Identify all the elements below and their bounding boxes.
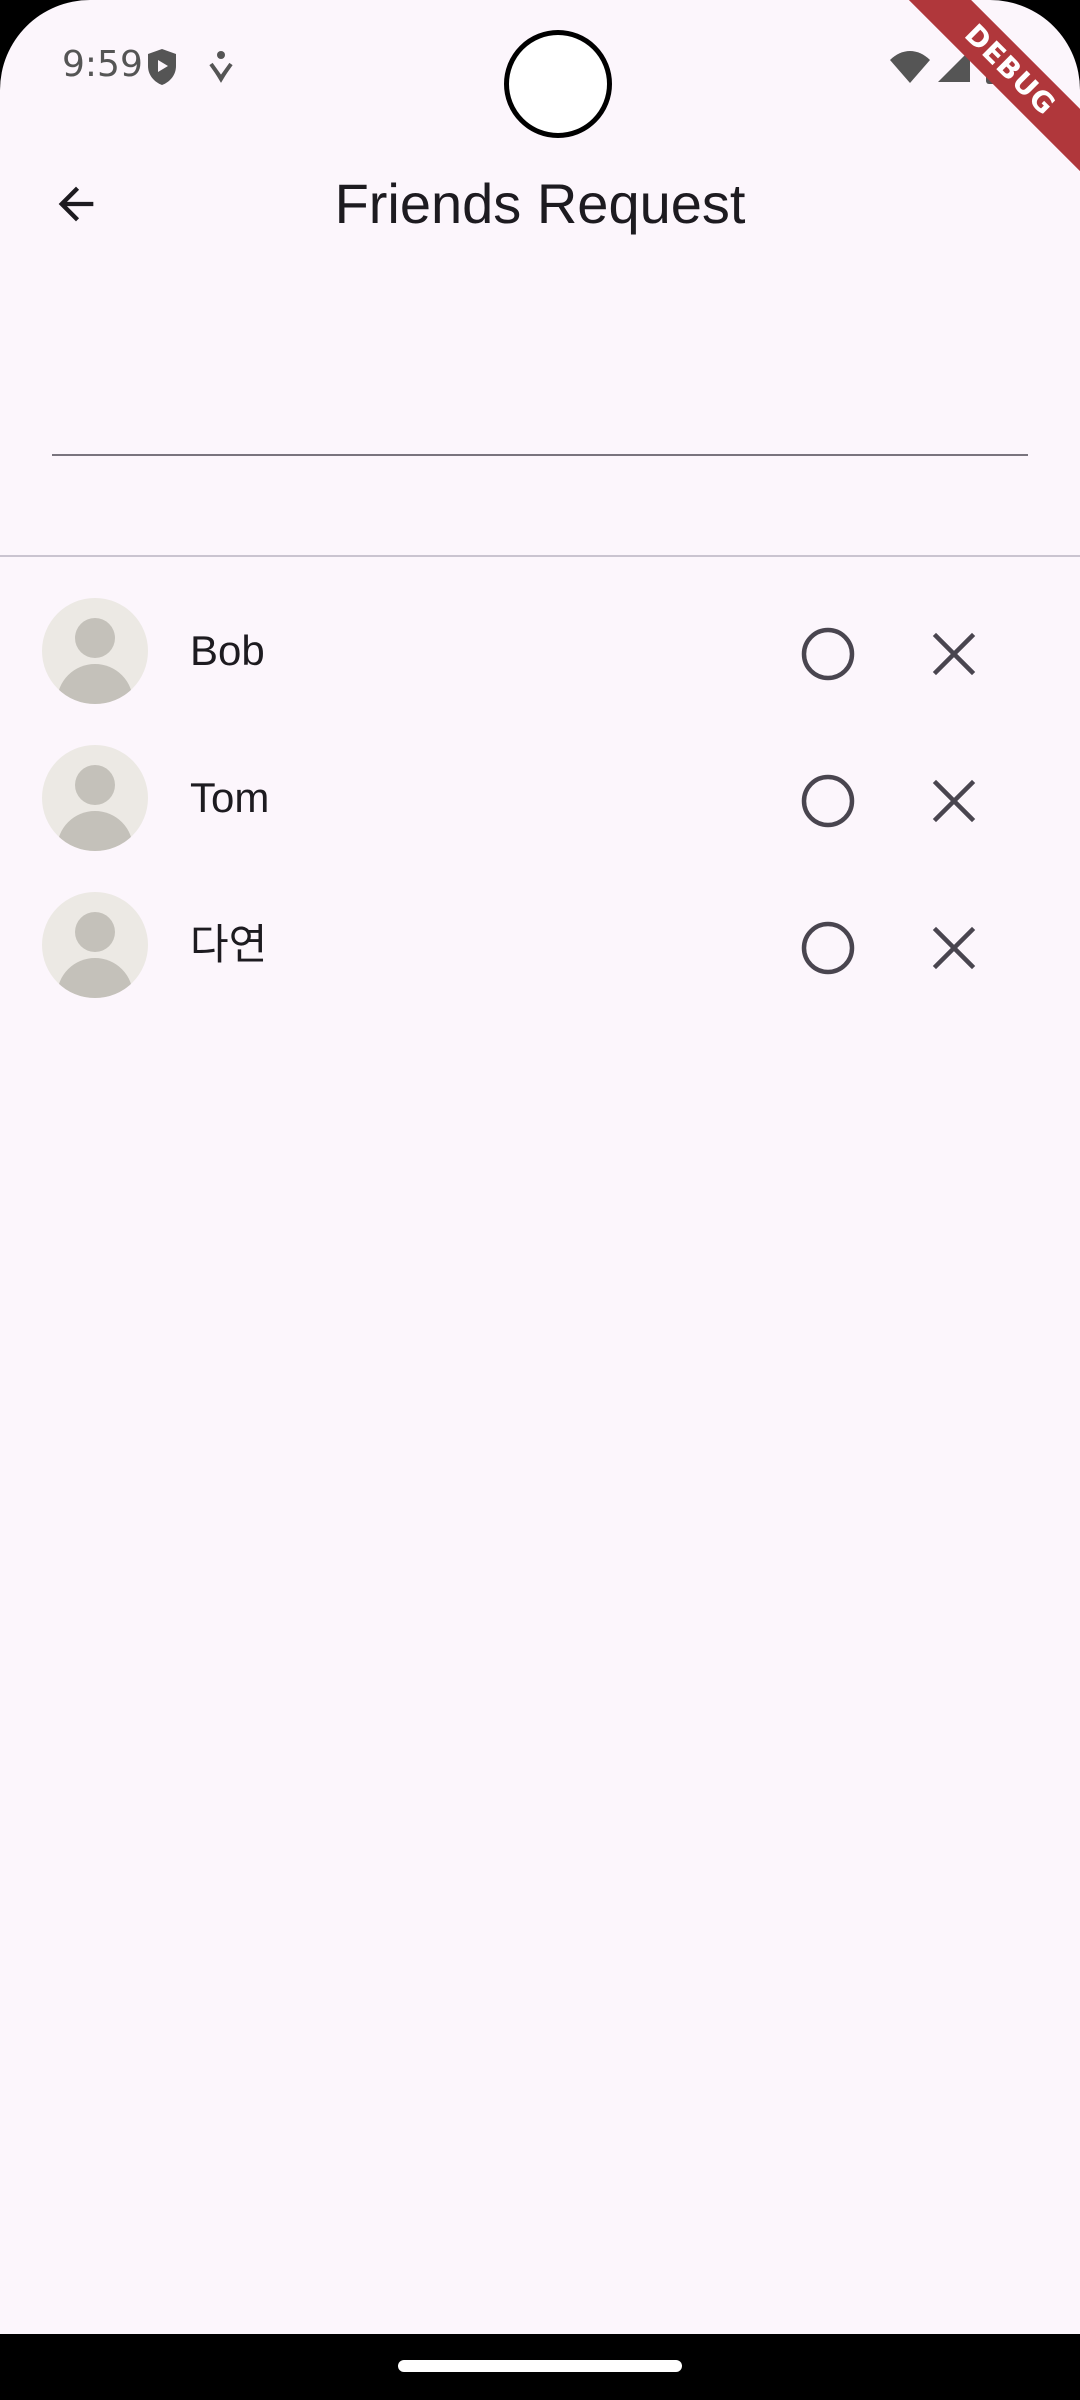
reject-button[interactable] — [914, 761, 994, 841]
close-icon — [932, 926, 976, 970]
friend-name: Bob — [190, 627, 265, 674]
status-time: 9:59 — [62, 44, 143, 85]
page-title: Friends Request — [334, 172, 746, 235]
close-icon — [932, 779, 976, 823]
divider — [0, 555, 1080, 557]
app-screen: 9:59 DEBUG Friends Request Bob Tom 다연 — [0, 0, 1080, 2334]
friend-request-list: Bob Tom 다연 — [0, 574, 1080, 1015]
accept-button[interactable] — [788, 908, 868, 988]
person-icon — [57, 765, 133, 851]
search-input[interactable] — [52, 340, 1028, 456]
avatar — [42, 745, 148, 851]
accept-button[interactable] — [788, 761, 868, 841]
person-icon — [57, 618, 133, 704]
circle-outline-icon — [801, 627, 855, 681]
close-icon — [932, 632, 976, 676]
reject-button[interactable] — [914, 908, 994, 988]
accept-button[interactable] — [788, 614, 868, 694]
circle-outline-icon — [801, 774, 855, 828]
list-item: 다연 — [0, 868, 1080, 1015]
accessibility-icon — [209, 51, 233, 83]
friend-name: 다연 — [190, 921, 268, 968]
shield-icon — [148, 49, 176, 85]
person-icon — [57, 912, 133, 998]
home-indicator[interactable] — [398, 2360, 682, 2372]
friend-name: Tom — [190, 774, 270, 821]
list-item: Bob — [0, 574, 1080, 721]
debug-banner: DEBUG — [888, 0, 1080, 192]
wifi-icon — [890, 51, 930, 83]
list-item: Tom — [0, 721, 1080, 868]
camera-cutout — [504, 30, 612, 138]
circle-outline-icon — [801, 921, 855, 975]
phone-frame: 9:59 DEBUG Friends Request Bob Tom 다연 — [0, 0, 1080, 2400]
avatar — [42, 892, 148, 998]
avatar — [42, 598, 148, 704]
reject-button[interactable] — [914, 614, 994, 694]
